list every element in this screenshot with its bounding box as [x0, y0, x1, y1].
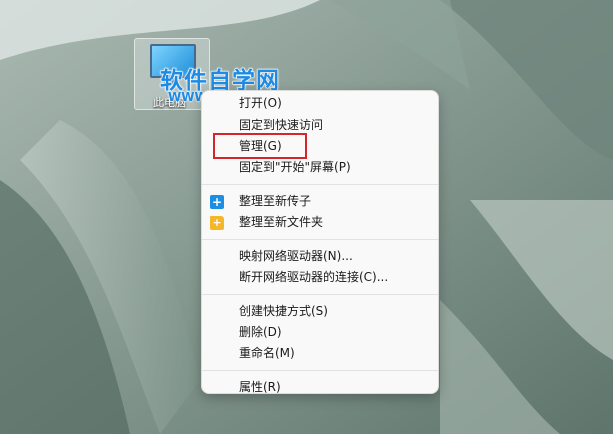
- menu-item-disconnect-network-drive[interactable]: 断开网络驱动器的连接(C)...: [202, 267, 438, 288]
- folder-plus-icon: +: [210, 216, 224, 230]
- menu-item-label: 属性(R): [239, 380, 281, 394]
- menu-item-label: 打开(O): [239, 96, 282, 110]
- highlight-annotation-box: [213, 133, 307, 159]
- menu-item-create-shortcut[interactable]: 创建快捷方式(S): [202, 301, 438, 322]
- menu-item-label: 整理至新传子: [239, 194, 312, 208]
- menu-item-rename[interactable]: 重命名(M): [202, 343, 438, 364]
- menu-separator: [202, 239, 438, 240]
- menu-item-label: 删除(D): [239, 325, 282, 339]
- menu-separator: [202, 370, 438, 371]
- menu-separator: [202, 294, 438, 295]
- menu-item-map-network-drive[interactable]: 映射网络驱动器(N)...: [202, 246, 438, 267]
- menu-item-label: 重命名(M): [239, 346, 295, 360]
- menu-separator: [202, 184, 438, 185]
- menu-item-label: 创建快捷方式(S): [239, 304, 328, 318]
- menu-item-label: 固定到"开始"屏幕(P): [239, 160, 351, 174]
- menu-item-properties[interactable]: 属性(R): [202, 377, 438, 394]
- menu-item-delete[interactable]: 删除(D): [202, 322, 438, 343]
- menu-item-organize-new-box[interactable]: + 整理至新传子: [202, 191, 438, 212]
- menu-item-label: 固定到快速访问: [239, 118, 324, 132]
- menu-item-organize-new-folder[interactable]: + 整理至新文件夹: [202, 212, 438, 233]
- menu-item-label: 断开网络驱动器的连接(C)...: [239, 270, 389, 284]
- menu-item-open[interactable]: 打开(O): [202, 95, 438, 115]
- menu-item-label: 映射网络驱动器(N)...: [239, 249, 353, 263]
- blue-plus-icon: +: [210, 195, 224, 209]
- menu-item-pin-start[interactable]: 固定到"开始"屏幕(P): [202, 157, 438, 178]
- menu-item-label: 整理至新文件夹: [239, 215, 324, 229]
